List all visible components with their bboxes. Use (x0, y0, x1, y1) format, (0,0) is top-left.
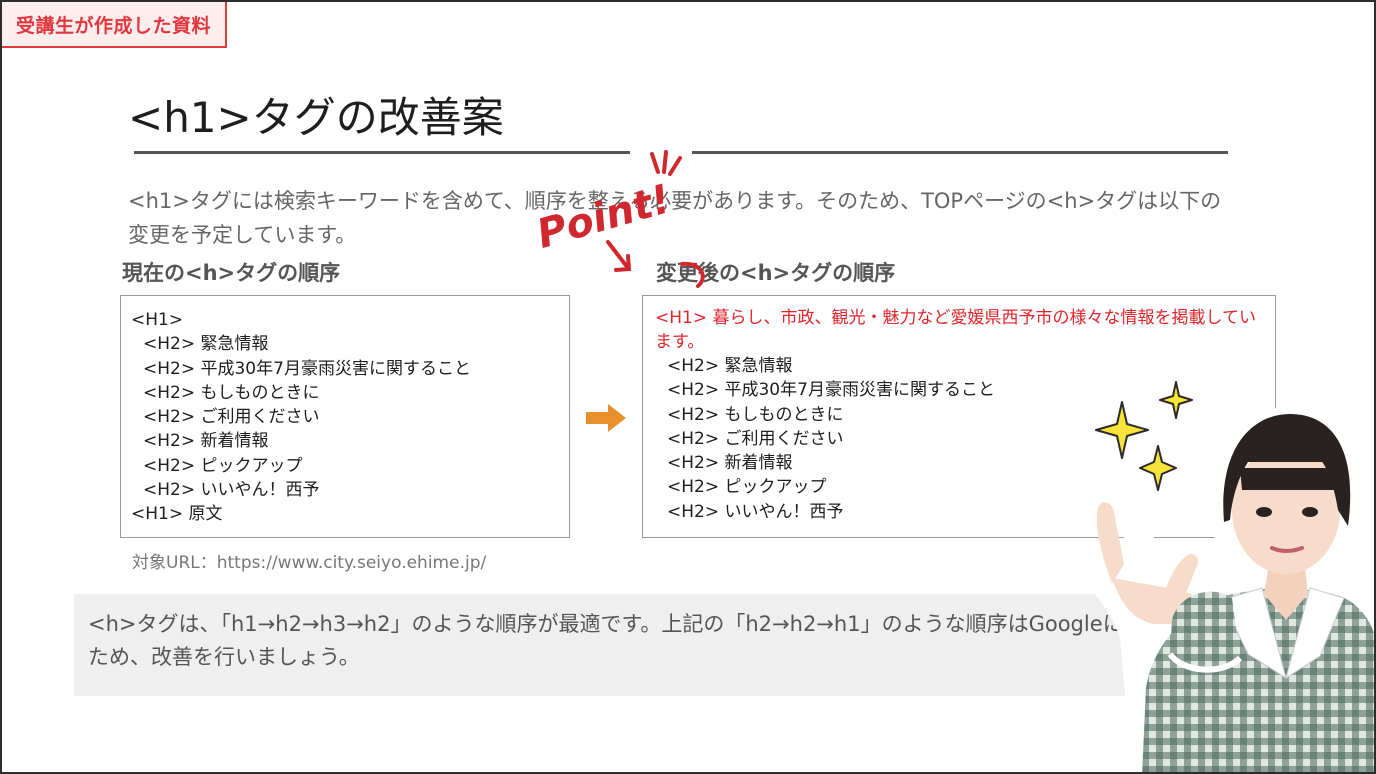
title-divider-right (692, 151, 1228, 154)
tag-line: <H2> ピックアップ (143, 455, 303, 476)
tag-line: <H2> 平成30年7月豪雨災害に関すること (143, 358, 471, 379)
tag-line: <H2> 新着情報 (143, 431, 269, 452)
student-material-badge: 受講生が作成した資料 (2, 2, 228, 48)
tag-line: <H1> 原文 (131, 504, 223, 525)
current-order-heading: 現在の<h>タグの順序 (122, 261, 341, 285)
point-annotation: Point! (532, 150, 705, 288)
tag-line: <H2> 緊急情報 (667, 356, 793, 376)
tag-line: <H2> ご利用ください (143, 407, 320, 428)
slide-frame: 受講生が作成した資料 <h1>タグの改善案 <h1>タグには検索キーワードを含め… (0, 0, 1376, 774)
right-arrow-icon (586, 404, 626, 432)
tag-line: <H1> (131, 310, 184, 330)
point-label: Point! (532, 176, 676, 258)
tag-line: <H2> 緊急情報 (143, 334, 269, 355)
tag-line: <H2> もしものときに (143, 382, 320, 403)
source-url: 対象URL：https://www.city.seiyo.ehime.jp/ (132, 553, 487, 573)
h1-highlight-line: <H1> 暮らし、市政、観光・魅力など愛媛県西予市の様々な情報を掲載しています。 (655, 308, 1256, 352)
tag-line: <H2> いいやん！西予 (143, 480, 320, 501)
presenter-photo (1081, 406, 1374, 772)
page-title: <h1>タグの改善案 (128, 93, 504, 142)
current-tag-list: <H1> <H2> 緊急情報 <H2> 平成30年7月豪雨災害に関すること <H… (120, 295, 570, 538)
